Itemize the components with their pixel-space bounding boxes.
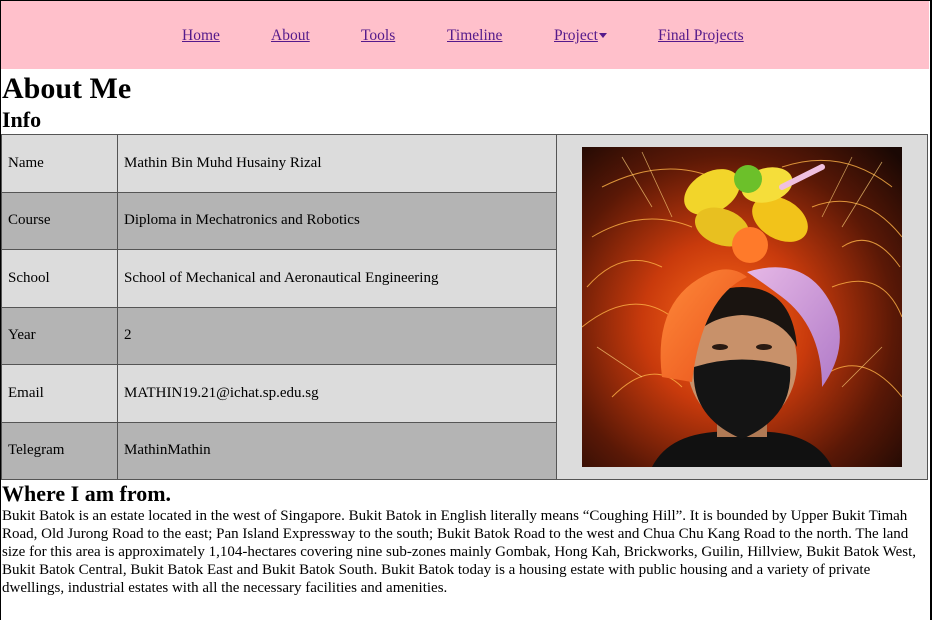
info-value-year: 2 [117, 306, 557, 365]
info-table: Name Mathin Bin Muhd Husainy Rizal Cours… [1, 134, 928, 480]
info-label-year: Year [1, 306, 118, 365]
table-row-name: Name Mathin Bin Muhd Husainy Rizal [1, 134, 928, 480]
nav-link-tools[interactable]: Tools [361, 27, 395, 45]
nav-link-final-projects[interactable]: Final Projects [658, 27, 744, 45]
info-heading: Info [2, 107, 42, 132]
nav-link-timeline[interactable]: Timeline [447, 27, 502, 45]
info-label-email: Email [1, 364, 118, 423]
info-value-course: Diploma in Mechatronics and Robotics [117, 191, 557, 250]
info-value-email: MATHIN19.21@ichat.sp.edu.sg [117, 364, 557, 423]
caret-down-icon [598, 32, 607, 38]
nav-dropdown-project[interactable]: Project [554, 27, 607, 45]
info-label-school: School [1, 249, 118, 308]
nav-link-project-label: Project [554, 27, 598, 44]
nav-link-about[interactable]: About [271, 27, 310, 45]
info-value-telegram: MathinMathin [117, 421, 557, 480]
page-title: About Me [2, 72, 132, 105]
info-label-course: Course [1, 191, 118, 250]
nav-link-home[interactable]: Home [182, 27, 220, 45]
info-value-name: Mathin Bin Muhd Husainy Rizal [117, 134, 557, 193]
origin-paragraph: Bukit Batok is an estate located in the … [2, 508, 917, 596]
info-label-name: Name [1, 134, 118, 193]
top-navbar: Home About Tools Timeline Project Final … [1, 1, 929, 69]
info-value-school: School of Mechanical and Aeronautical En… [117, 249, 557, 308]
profile-photo [582, 147, 902, 467]
info-label-telegram: Telegram [1, 421, 118, 480]
origin-heading: Where I am from. [2, 481, 172, 506]
profile-photo-cell [556, 134, 928, 480]
